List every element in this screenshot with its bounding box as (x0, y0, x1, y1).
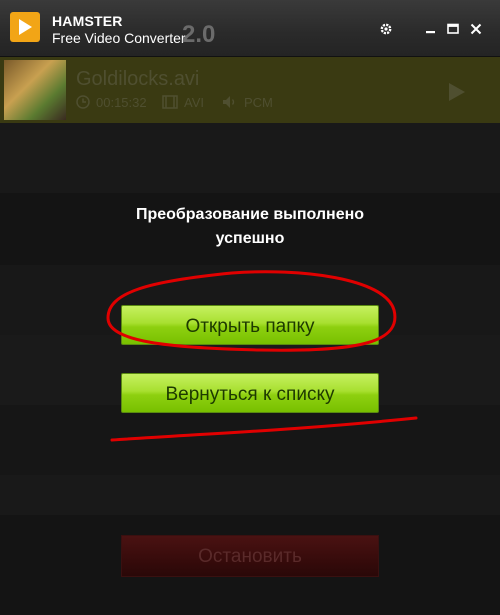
app-subtitle: Free Video Converter (52, 30, 186, 46)
file-audio: PCM (244, 95, 273, 110)
title-bar: HAMSTER Free Video Converter 2.0 (0, 0, 500, 57)
app-name: HAMSTER (52, 13, 123, 29)
film-icon (162, 95, 178, 112)
clock-icon (76, 95, 90, 112)
file-name: Goldilocks.avi (76, 68, 200, 90)
app-logo-icon (10, 12, 40, 42)
file-format: AVI (184, 95, 204, 110)
stop-button[interactable]: Остановить (121, 535, 379, 577)
speaker-icon (222, 95, 238, 112)
app-version: 2.0 (182, 21, 216, 48)
file-duration: 00:15:32 (96, 95, 147, 110)
close-icon[interactable] (469, 22, 483, 36)
empty-list-row (0, 405, 500, 475)
video-thumbnail (4, 60, 66, 120)
open-folder-button[interactable]: Открыть папку (121, 305, 379, 345)
success-message: Преобразование выполнено успешно (135, 206, 365, 247)
maximize-icon[interactable] (446, 22, 460, 36)
minimize-icon[interactable] (424, 22, 438, 36)
empty-list-row (0, 475, 500, 515)
gear-icon[interactable] (379, 22, 393, 36)
back-to-list-button[interactable]: Вернуться к списку (121, 373, 379, 413)
file-list-item[interactable]: Goldilocks.avi 00:15:32 AVI PCM (0, 57, 500, 123)
play-icon[interactable] (446, 81, 468, 108)
empty-list-row (0, 123, 500, 193)
